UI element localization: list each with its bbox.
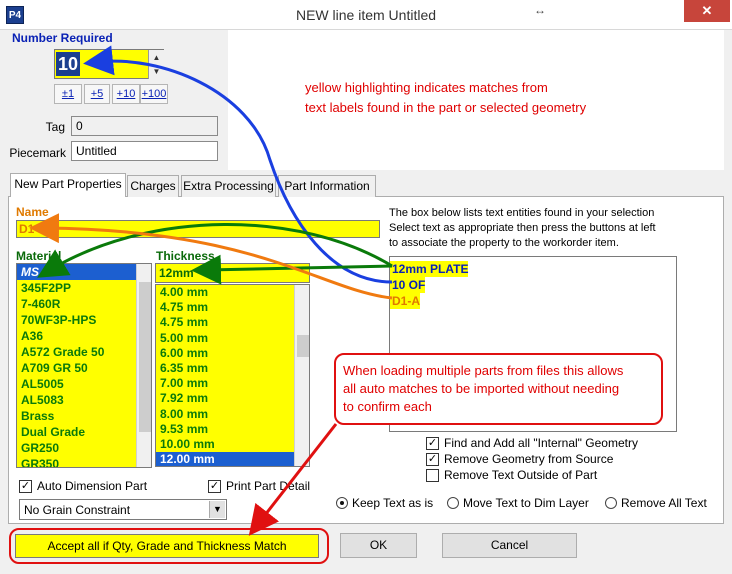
number-required-label: Number Required — [12, 31, 113, 45]
chevron-down-icon[interactable]: ▼ — [209, 501, 225, 518]
material-list[interactable]: MS 345F2PP 7-460R 70WF3P-HPS A36 A572 Grade 5… — [16, 263, 152, 468]
spin-down-icon[interactable]: ▼ — [148, 64, 164, 79]
move-icon: ↔ — [534, 3, 546, 17]
thickness-item[interactable]: 5.00 mm — [156, 331, 295, 346]
material-item[interactable]: Dual Grade — [17, 424, 137, 440]
text-entity-item[interactable]: 12mm PLATE — [390, 261, 469, 277]
thickness-item[interactable]: 4.75 mm — [156, 300, 295, 315]
material-item[interactable]: AL5083 — [17, 392, 137, 408]
material-scrollbar[interactable] — [136, 264, 151, 467]
help-line-3: to associate the property to the workord… — [389, 237, 619, 249]
thickness-item[interactable]: 8.00 mm — [156, 407, 295, 422]
spin-up-icon[interactable]: ▲ — [148, 50, 164, 65]
name-label: Name — [16, 205, 49, 219]
increment-1-button[interactable]: ±1 — [54, 84, 82, 104]
thickness-value: 12mm — [159, 266, 194, 280]
cancel-button[interactable]: Cancel — [442, 533, 577, 558]
remove-all-text-radio[interactable] — [605, 497, 617, 509]
ok-button[interactable]: OK — [340, 533, 417, 558]
thickness-item[interactable]: 7.00 mm — [156, 376, 295, 391]
number-required-value[interactable]: 10 — [56, 52, 80, 76]
name-value: D1-A — [19, 222, 48, 236]
tab-extra-processing[interactable]: Extra Processing — [181, 175, 276, 197]
grain-dropdown[interactable]: No Grain Constraint ▼ — [19, 499, 227, 520]
remove-text-outside-checkbox[interactable] — [426, 469, 439, 482]
increment-5-button[interactable]: +5 — [84, 84, 110, 104]
accept-all-button[interactable]: Accept all if Qty, Grade and Thickness M… — [15, 534, 319, 558]
annotation-top-line1: yellow highlighting indicates matches fr… — [305, 80, 548, 95]
thickness-list[interactable]: 4.00 mm 4.75 mm 4.75 mm 5.00 mm 6.00 mm 6.35 … — [155, 284, 310, 467]
thickness-item[interactable]: 4.75 mm — [156, 315, 295, 330]
annotation-box-line3: to confirm each — [343, 399, 432, 414]
material-label: Material — [16, 249, 62, 263]
close-button[interactable]: ✕ — [684, 0, 730, 22]
material-item[interactable]: A36 — [17, 328, 137, 344]
piecemark-label: Piecemark — [9, 146, 66, 160]
thickness-item[interactable]: 6.35 mm — [156, 361, 295, 376]
increment-10-button[interactable]: +10 — [112, 84, 140, 104]
thickness-scrollbar[interactable] — [294, 285, 309, 466]
material-item[interactable]: A572 Grade 50 — [17, 344, 137, 360]
grain-value: No Grain Constraint — [24, 503, 131, 517]
tab-new-part-properties[interactable]: New Part Properties — [10, 173, 126, 197]
tab-part-information[interactable]: Part Information — [278, 175, 376, 197]
text-entity-item[interactable]: 10 OF — [390, 277, 426, 293]
annotation-box-line1: When loading multiple parts from files t… — [343, 363, 624, 378]
thickness-item[interactable]: 6.00 mm — [156, 346, 295, 361]
increment-100-button[interactable]: +100 — [140, 84, 168, 104]
remove-text-outside-label: Remove Text Outside of Part — [444, 468, 598, 482]
thickness-item[interactable]: 9.53 mm — [156, 422, 295, 437]
auto-dimension-checkbox[interactable]: ✓ — [19, 480, 32, 493]
thickness-item[interactable]: 4.00 mm — [156, 285, 295, 300]
window-title: NEW line item Untitled — [295, 7, 437, 23]
remove-all-text-label: Remove All Text — [621, 496, 707, 510]
material-item[interactable]: GR250 — [17, 440, 137, 456]
help-line-1: The box below lists text entities found … — [389, 207, 655, 219]
find-internal-label: Find and Add all "Internal" Geometry — [444, 436, 638, 450]
help-line-2: Select text as appropriate then press th… — [389, 222, 656, 234]
material-scroll-thumb[interactable] — [139, 282, 151, 432]
material-item[interactable]: GR350 — [17, 456, 137, 467]
material-item[interactable]: 345F2PP — [17, 280, 137, 296]
tab-charges[interactable]: Charges — [127, 175, 179, 197]
print-part-detail-label: Print Part Detail — [226, 479, 311, 493]
move-text-label: Move Text to Dim Layer — [463, 496, 589, 510]
annotation-box-line2: all auto matches to be imported without … — [343, 381, 620, 396]
material-item[interactable]: 7-460R — [17, 296, 137, 312]
remove-geometry-label: Remove Geometry from Source — [444, 452, 614, 466]
title-bar: P4 NEW line item Untitled ↔ ✕ — [0, 0, 732, 30]
move-text-radio[interactable] — [447, 497, 459, 509]
keep-text-label: Keep Text as is — [352, 496, 434, 510]
thickness-scroll-thumb[interactable] — [297, 335, 309, 357]
remove-geometry-checkbox[interactable]: ✓ — [426, 453, 439, 466]
annotation-top-line2: text labels found in the part or selecte… — [305, 100, 587, 115]
print-part-detail-checkbox[interactable]: ✓ — [208, 480, 221, 493]
keep-text-radio[interactable] — [336, 497, 348, 509]
auto-dimension-label: Auto Dimension Part — [37, 479, 148, 493]
tag-field: 0 — [71, 116, 218, 136]
piecemark-field[interactable]: Untitled — [71, 141, 218, 161]
thickness-field[interactable]: 12mm — [155, 263, 310, 283]
find-internal-checkbox[interactable]: ✓ — [426, 437, 439, 450]
text-entities-help: The box below lists text entities found … — [389, 206, 656, 251]
thickness-item[interactable]: 12.00 mm — [156, 452, 295, 466]
material-item[interactable]: 70WF3P-HPS — [17, 312, 137, 328]
material-item[interactable]: A709 GR 50 — [17, 360, 137, 376]
tag-label: Tag — [45, 120, 65, 134]
annotation-box-text: When loading multiple parts from files t… — [343, 362, 623, 416]
material-item[interactable]: AL5005 — [17, 376, 137, 392]
text-entity-item[interactable]: D1-A — [390, 293, 421, 309]
material-item[interactable]: MS — [17, 264, 137, 280]
thickness-item[interactable]: 10.00 mm — [156, 437, 295, 452]
material-item[interactable]: Brass — [17, 408, 137, 424]
name-field[interactable]: D1-A — [16, 220, 380, 238]
thickness-item[interactable]: 7.92 mm — [156, 391, 295, 406]
thickness-label: Thickness — [156, 249, 215, 263]
